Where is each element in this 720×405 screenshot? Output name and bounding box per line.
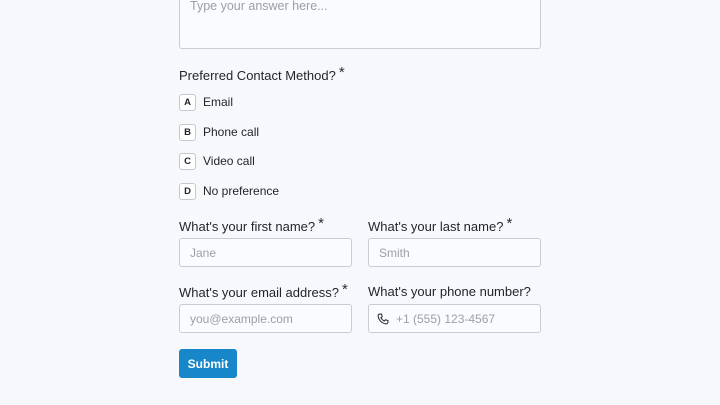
first-name-input[interactable]	[180, 245, 351, 260]
phone-label-text: What's your phone number?	[368, 284, 531, 299]
option-key: B	[179, 123, 196, 141]
option-key: A	[179, 93, 196, 111]
answer-textarea[interactable]	[180, 0, 540, 48]
email-field	[179, 304, 352, 333]
option-key: C	[179, 152, 196, 170]
option-label: Video call	[203, 154, 255, 168]
email-input[interactable]	[180, 311, 351, 326]
last-name-input[interactable]	[369, 245, 540, 260]
answer-textarea-box	[179, 0, 541, 49]
submit-button[interactable]: Submit	[179, 349, 237, 378]
required-asterisk: *	[338, 64, 345, 81]
last-name-label-text: What's your last name?	[368, 219, 504, 234]
required-asterisk: *	[318, 215, 324, 232]
email-label: What's your email address? *	[179, 281, 348, 301]
last-name-label: What's your last name? *	[368, 215, 513, 235]
required-asterisk: *	[506, 215, 513, 232]
contact-method-label-text: Preferred Contact Method?	[179, 68, 336, 83]
email-label-text: What's your email address?	[179, 285, 339, 300]
option-key: D	[179, 182, 196, 200]
contact-form: Preferred Contact Method?* A Email B Pho…	[179, 0, 541, 405]
option-label: No preference	[203, 184, 280, 198]
phone-input[interactable]	[390, 311, 540, 326]
option-email[interactable]: A Email	[179, 92, 233, 112]
option-phone-call[interactable]: B Phone call	[179, 122, 259, 142]
first-name-label: What's your first name? *	[179, 215, 324, 235]
required-asterisk: *	[342, 281, 348, 298]
phone-icon	[377, 313, 389, 324]
phone-field	[368, 304, 541, 333]
first-name-label-text: What's your first name?	[179, 219, 316, 234]
last-name-field	[368, 238, 541, 267]
option-label: Email	[203, 95, 234, 109]
option-label: Phone call	[203, 125, 260, 139]
option-no-preference[interactable]: D No preference	[179, 181, 279, 201]
contact-method-label: Preferred Contact Method? *	[179, 64, 345, 84]
first-name-field	[179, 238, 352, 267]
phone-label: What's your phone number?	[368, 284, 531, 299]
option-video-call[interactable]: C Video call	[179, 151, 255, 171]
